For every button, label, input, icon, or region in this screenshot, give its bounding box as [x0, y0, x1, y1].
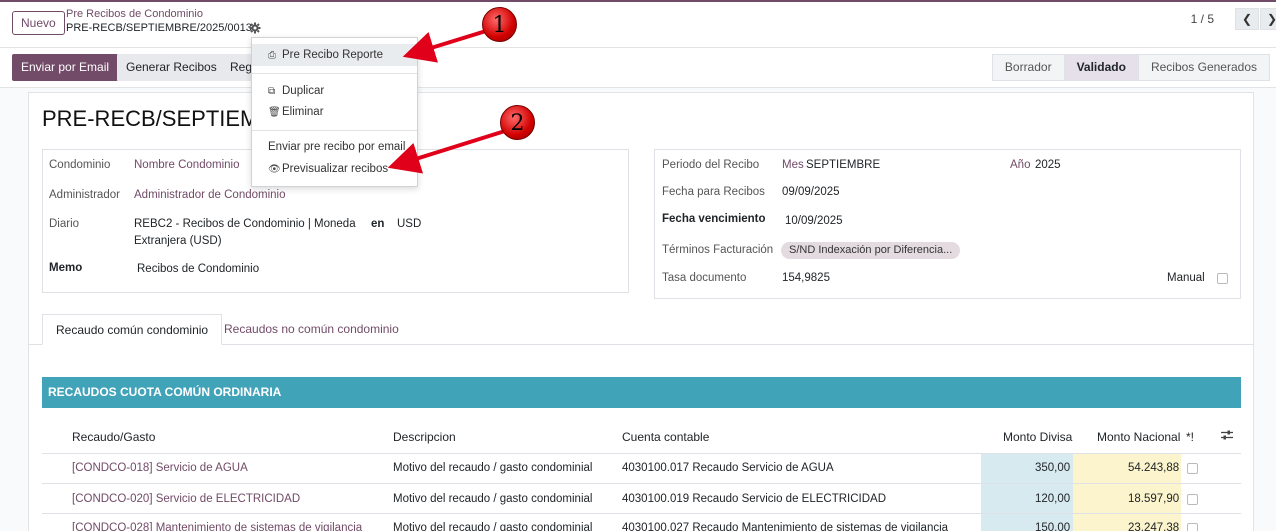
column-settings-icon[interactable] [1221, 429, 1233, 444]
diario-field-line1[interactable]: REBC2 - Recibos de Condominio | Moneda [134, 218, 356, 230]
row3-desc[interactable]: Motivo del recaudo / gasto condominial [393, 522, 592, 531]
top-bar: Nuevo Pre Recibos de Condominio PRE-RECB… [0, 0, 1276, 48]
manual-checkbox[interactable] [1217, 273, 1228, 284]
pager-value[interactable]: 1 / 5 [1191, 12, 1214, 26]
menu-item-enviar-email[interactable]: Enviar pre recibo por email [252, 136, 417, 158]
menu-item-label: Pre Recibo Reporte [282, 49, 383, 61]
condominio-label: Condominio [49, 159, 111, 171]
diario-label: Diario [49, 218, 80, 230]
row1-nacional[interactable]: 54.243,88 [1128, 462, 1179, 474]
fecha-field[interactable]: 09/09/2025 [782, 186, 840, 198]
col-descripcion[interactable]: Descripcion [393, 430, 456, 444]
gear-icon[interactable] [249, 22, 261, 34]
col-monto-divisa[interactable]: Monto Divisa [1003, 430, 1072, 444]
memo-label: Memo [49, 262, 83, 274]
tasa-field[interactable]: 154,9825 [782, 272, 830, 284]
row3-divisa[interactable]: 150,00 [1035, 522, 1070, 531]
col-monto-nacional[interactable]: Monto Nacional [1097, 430, 1180, 444]
currency-field[interactable]: USD [397, 218, 421, 230]
mes-field[interactable]: SEPTIEMBRE [806, 159, 880, 171]
trash-icon: 🗑 [268, 107, 281, 118]
vencimiento-field[interactable]: 10/09/2025 [785, 215, 843, 227]
row2-desc[interactable]: Motivo del recaudo / gasto condominial [393, 493, 592, 505]
new-button[interactable]: Nuevo [12, 11, 65, 35]
menu-item-label: Duplicar [282, 85, 325, 97]
row1-cuenta[interactable]: 4030100.017 Recaudo Servicio de AGUA [622, 462, 834, 474]
copy-icon: ⧉ [268, 86, 276, 97]
menu-item-eliminar[interactable]: 🗑Eliminar [252, 101, 417, 123]
page-title: PRE-RECB/SEPTIEMB [42, 106, 274, 131]
chevron-right-icon[interactable]: ❯ [1260, 8, 1276, 30]
row2-cuenta[interactable]: 4030100.019 Recaudo Servicio de ELECTRIC… [622, 493, 886, 505]
breadcrumb-current: PRE-RECB/SEPTIEMBRE/2025/0013 [66, 22, 252, 34]
gear-dropdown-menu: ⎙ Pre Recibo Reporte ⧉ Duplicar 🗑Eliminar … [251, 37, 418, 187]
menu-divider [252, 130, 417, 131]
row3-cuenta[interactable]: 4030100.027 Recaudo Mantenimiento de sis… [622, 522, 948, 531]
tab-recaudo-comun[interactable]: Recaudo común condominio [42, 314, 223, 345]
send-email-button[interactable]: Enviar por Email [12, 54, 119, 81]
row2-recaudo[interactable]: [CONDCO-020] Servicio de ELECTRICIDAD [72, 493, 300, 505]
tasa-label: Tasa documento [662, 272, 747, 284]
admin-field[interactable]: Administrador de Condominio [134, 189, 286, 201]
condominio-field[interactable]: Nombre Condominio [134, 159, 239, 171]
admin-label: Administrador [49, 189, 120, 201]
stage-recibos-generados[interactable]: Recibos Generados [1137, 54, 1270, 81]
menu-divider [252, 73, 417, 74]
row3-nacional[interactable]: 23.247,38 [1128, 522, 1179, 531]
menu-item-label: Previsualizar recibos [282, 163, 389, 175]
generate-receipts-button[interactable]: Generar Recibos [117, 54, 226, 81]
annotation-marker-1: 1 [482, 7, 517, 42]
stage-validado[interactable]: Validado [1063, 54, 1139, 81]
section-title: RECAUDOS CUOTA COMÚN ORDINARIA [42, 377, 1241, 408]
terminos-tag[interactable]: S/ND Indexación por Diferencia... [781, 242, 961, 259]
row1-desc[interactable]: Motivo del recaudo / gasto condominial [393, 462, 592, 474]
fecha-label: Fecha para Recibos [662, 186, 765, 198]
menu-item-pre-recibo-reporte[interactable]: ⎙ Pre Recibo Reporte [252, 44, 417, 66]
en-label: en [371, 218, 385, 230]
mes-label: Mes [782, 159, 804, 171]
tab-recaudos-no-comun[interactable]: Recaudos no común condominio [211, 314, 412, 345]
anio-label: Año [1010, 159, 1031, 171]
eye-icon: 👁 [268, 164, 281, 175]
row1-divisa[interactable]: 350,00 [1035, 462, 1070, 474]
row2-divisa[interactable]: 120,00 [1035, 493, 1070, 505]
row2-nacional[interactable]: 18.597,90 [1128, 493, 1179, 505]
chevron-left-icon[interactable]: ❮ [1235, 8, 1259, 30]
annotation-marker-2: 2 [500, 105, 535, 140]
action-bar: Enviar por Email Generar Recibos Reg Bor… [0, 48, 1276, 88]
row2-flag-checkbox[interactable] [1187, 494, 1198, 505]
col-cuenta[interactable]: Cuenta contable [622, 430, 709, 444]
menu-item-duplicar[interactable]: ⧉ Duplicar [252, 80, 417, 102]
periodo-label: Periodo del Recibo [662, 159, 760, 171]
col-recaudo[interactable]: Recaudo/Gasto [72, 430, 155, 444]
row3-recaudo[interactable]: [CONDCO-028] Mantenimiento de sistemas d… [72, 522, 362, 531]
stage-borrador[interactable]: Borrador [991, 54, 1065, 81]
terminos-label: Términos Facturación [662, 244, 774, 256]
row1-flag-checkbox[interactable] [1187, 463, 1198, 474]
anio-field[interactable]: 2025 [1035, 159, 1061, 171]
memo-field[interactable]: Recibos de Condominio [137, 263, 259, 275]
print-icon: ⎙ [268, 50, 276, 61]
status-bar: Borrador Validado Recibos Generados [991, 54, 1270, 81]
row3-flag-checkbox[interactable] [1187, 523, 1198, 531]
menu-item-previsualizar[interactable]: 👁Previsualizar recibos [252, 158, 417, 180]
row1-recaudo[interactable]: [CONDCO-018] Servicio de AGUA [72, 462, 248, 474]
manual-label: Manual [1167, 272, 1205, 284]
menu-item-label: Enviar pre recibo por email [268, 141, 406, 153]
menu-item-label: Eliminar [282, 106, 324, 118]
diario-field-line2[interactable]: Extranjera (USD) [134, 235, 222, 247]
col-flag: *! [1186, 430, 1195, 444]
breadcrumb-parent[interactable]: Pre Recibos de Condominio [66, 8, 203, 20]
vencimiento-label: Fecha vencimiento [662, 213, 766, 225]
